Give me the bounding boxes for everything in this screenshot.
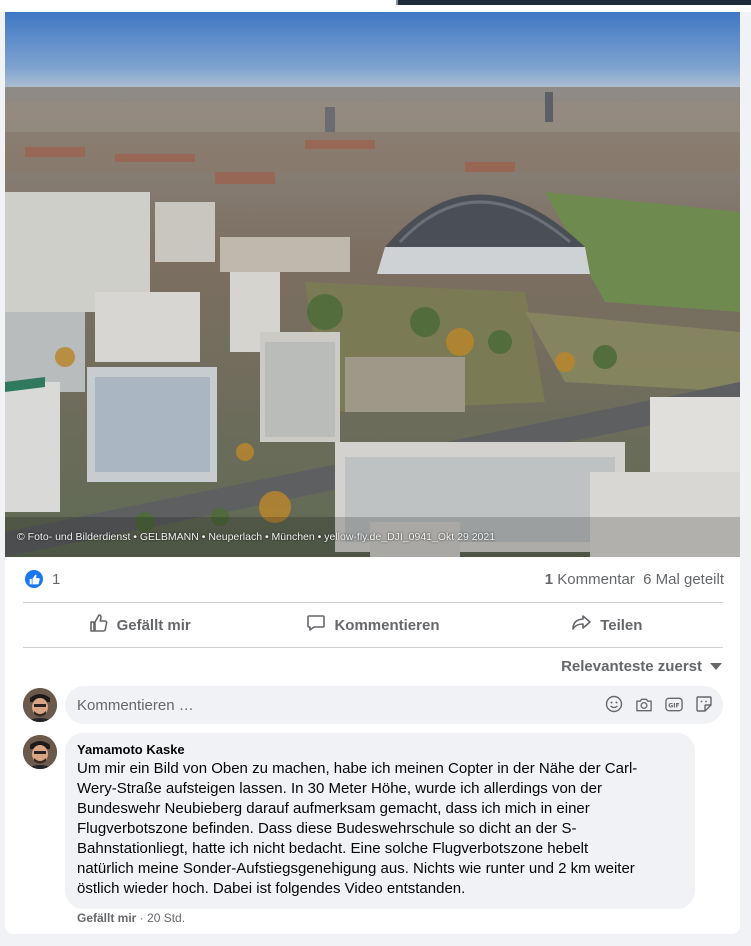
share-arrow-icon xyxy=(570,613,592,637)
comment-bubble: Yamamoto Kaske Um mir ein Bild von Oben … xyxy=(65,733,695,909)
comment-text: Um mir ein Bild von Oben zu machen, habe… xyxy=(77,759,683,899)
comment-timestamp[interactable]: 20 Std. xyxy=(147,911,185,925)
meta-separator: · xyxy=(136,911,148,925)
comment-input[interactable]: Kommentieren … GIF xyxy=(65,686,723,724)
current-user-avatar[interactable] xyxy=(23,688,57,722)
caret-down-icon xyxy=(710,658,722,675)
aerial-city-photo xyxy=(5,12,740,557)
photo-watermark: © Foto- und Bilderdienst • GELBMANN • Ne… xyxy=(17,531,496,543)
comment-share-summary[interactable]: 1 Kommentar 6 Mal geteilt xyxy=(545,571,724,588)
comment-input-placeholder: Kommentieren … xyxy=(77,697,194,714)
comment-line: Bahnstationliegt, hatte ich nicht bedach… xyxy=(77,840,589,857)
comment-line: Flugverbotszone befinden. Dass diese Bud… xyxy=(77,820,577,837)
comment-line: Bundeswehr Neubieberg darauf aufmerksam … xyxy=(77,800,590,817)
comment-line: Um mir ein Bild von Oben zu machen, habe… xyxy=(77,760,638,777)
comments-label: Kommentar xyxy=(557,571,635,588)
top-strip xyxy=(0,0,751,12)
overlapping-window-edge xyxy=(396,0,751,5)
like-count[interactable]: 1 xyxy=(52,571,60,588)
share-button-label: Teilen xyxy=(600,616,643,634)
camera-icon[interactable] xyxy=(635,695,653,713)
comment-like-link[interactable]: Gefällt mir xyxy=(77,911,136,925)
gif-icon[interactable]: GIF xyxy=(665,695,683,713)
reaction-summary: 1 1 Kommentar 6 Mal geteilt xyxy=(5,568,740,592)
sort-label: Relevanteste zuerst xyxy=(561,658,702,675)
divider xyxy=(23,647,723,648)
comment-author-avatar[interactable] xyxy=(23,735,57,769)
like-reaction-icon[interactable] xyxy=(25,570,43,588)
like-button[interactable]: Gefällt mir xyxy=(23,603,256,647)
shares-count: 6 Mal geteilt xyxy=(643,571,724,588)
thumbs-up-icon xyxy=(89,613,109,637)
post-photo[interactable]: © Foto- und Bilderdienst • GELBMANN • Ne… xyxy=(5,12,740,557)
comment-author-name[interactable]: Yamamoto Kaske xyxy=(77,742,683,757)
sticker-icon[interactable] xyxy=(695,695,713,713)
svg-text:GIF: GIF xyxy=(668,702,680,709)
emoji-icon[interactable] xyxy=(605,695,623,713)
post-actions-bar: Gefällt mir Kommentieren Teilen xyxy=(23,603,723,647)
like-button-label: Gefällt mir xyxy=(116,616,191,634)
speech-bubble-icon xyxy=(306,613,326,637)
comment-meta: Gefällt mir · 20 Std. xyxy=(77,911,185,925)
comment-line: östlich wieder hoch. Dabei ist folgendes… xyxy=(77,880,466,897)
comment-line: natürlich meine Sonder-Aufstiegsgenehigu… xyxy=(77,860,635,877)
comment-button-label: Kommentieren xyxy=(334,616,440,634)
post-card: © Foto- und Bilderdienst • GELBMANN • Ne… xyxy=(5,12,740,934)
comment-button[interactable]: Kommentieren xyxy=(256,603,489,647)
share-button[interactable]: Teilen xyxy=(490,603,723,647)
comment-sort-dropdown[interactable]: Relevanteste zuerst xyxy=(561,658,722,675)
comment-line: Wery-Straße aufsteigen lassen. In 30 Met… xyxy=(77,780,602,797)
composer-icons: GIF xyxy=(605,695,713,713)
comments-count: 1 xyxy=(544,571,554,588)
